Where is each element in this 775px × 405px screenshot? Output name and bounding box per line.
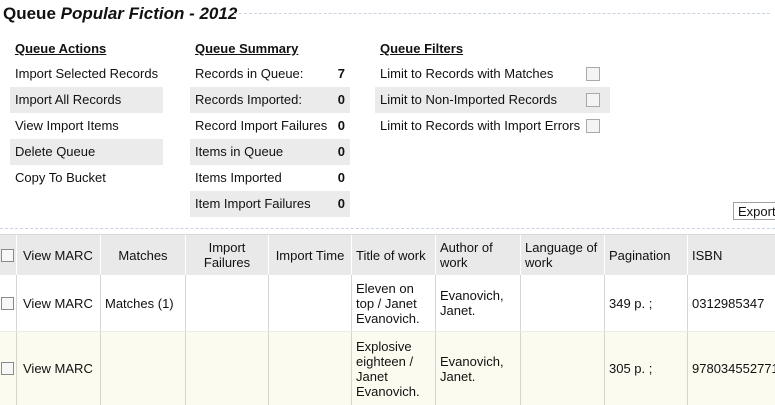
import-all-records-action[interactable]: Import All Records — [10, 87, 163, 113]
import-time-cell — [269, 275, 352, 331]
column-header-import-time[interactable]: Import Time — [269, 235, 352, 275]
summary-items-imported: Items Imported 0 — [190, 165, 350, 191]
import-time-cell — [269, 332, 352, 405]
matches-link[interactable]: Matches (1) — [101, 275, 186, 331]
filter-records-with-matches-checkbox[interactable] — [586, 67, 600, 81]
row-select-cell — [0, 332, 17, 405]
summary-value: 0 — [337, 196, 345, 211]
summary-records-imported: Records Imported: 0 — [190, 87, 350, 113]
summary-value: 0 — [337, 118, 345, 133]
matches-cell — [101, 332, 186, 405]
row-select-checkbox[interactable] — [1, 296, 14, 310]
queue-title: Queue Popular Fiction - 2012 — [3, 4, 237, 24]
delete-queue-action[interactable]: Delete Queue — [10, 139, 163, 165]
queue-actions-panel: Import Selected Records Import All Recor… — [10, 61, 163, 191]
filter-label: Limit to Records with Import Errors — [380, 118, 581, 133]
view-import-items-action[interactable]: View Import Items — [10, 113, 163, 139]
language-cell — [521, 332, 605, 405]
pagination-cell: 349 p. ; — [605, 275, 688, 331]
table-row: View MARC Explosive eighteen / Janet Eva… — [0, 332, 775, 405]
copy-to-bucket-action[interactable]: Copy To Bucket — [10, 165, 163, 191]
author-cell: Evanovich, Janet. — [436, 332, 521, 405]
queue-title-prefix: Queue — [3, 4, 56, 23]
filter-records-with-import-errors-checkbox[interactable] — [586, 119, 600, 133]
section-divider — [0, 228, 775, 229]
column-header-pagination[interactable]: Pagination — [605, 235, 688, 275]
summary-label: Item Import Failures — [195, 196, 311, 211]
queue-actions-heading: Queue Actions — [15, 41, 107, 56]
isbn-cell: 978034552771 — [692, 361, 775, 376]
column-header-author-of-work[interactable]: Author of work — [436, 235, 521, 275]
summary-label: Records in Queue: — [195, 66, 304, 81]
queue-summary-panel: Records in Queue: 7 Records Imported: 0 … — [190, 61, 350, 217]
summary-label: Record Import Failures — [195, 118, 328, 133]
import-failures-cell — [186, 275, 269, 331]
queue-filters-heading: Queue Filters — [380, 41, 464, 56]
import-selected-records-action[interactable]: Import Selected Records — [10, 61, 163, 87]
column-header-view-marc[interactable]: View MARC — [17, 235, 101, 275]
table-header-row: View MARC Matches Import Failures Import… — [0, 234, 775, 276]
filter-records-with-import-errors: Limit to Records with Import Errors — [375, 113, 610, 139]
summary-value: 0 — [337, 170, 345, 185]
pagination-cell: 305 p. ; — [605, 332, 688, 405]
queued-records-table: View MARC Matches Import Failures Import… — [0, 234, 775, 405]
author-cell: Evanovich, Janet. — [436, 275, 521, 331]
column-header-matches[interactable]: Matches — [101, 235, 186, 275]
summary-record-import-failures: Record Import Failures 0 — [190, 113, 350, 139]
view-marc-link[interactable]: View MARC — [17, 275, 101, 331]
summary-items-in-queue: Items in Queue 0 — [190, 139, 350, 165]
select-all-cell — [0, 235, 17, 275]
filter-records-with-matches: Limit to Records with Matches — [375, 61, 610, 87]
filter-non-imported-records: Limit to Non-Imported Records — [375, 87, 610, 113]
language-cell — [521, 275, 605, 331]
isbn-cell: 0312985347 — [692, 295, 765, 311]
column-header-isbn[interactable]: ISBN — [688, 235, 775, 275]
summary-value: 0 — [337, 92, 345, 107]
title-cell: Eleven on top / Janet Evanovich. — [352, 275, 436, 331]
summary-records-in-queue: Records in Queue: 7 — [190, 61, 350, 87]
summary-label: Records Imported: — [195, 92, 302, 107]
title-cell: Explosive eighteen / Janet Evanovich. — [352, 332, 436, 405]
queue-name: Popular Fiction - 2012 — [60, 4, 238, 23]
summary-item-import-failures: Item Import Failures 0 — [190, 191, 350, 217]
column-header-import-failures[interactable]: Import Failures — [186, 235, 269, 275]
import-failures-cell — [186, 332, 269, 405]
title-divider — [234, 13, 770, 14]
summary-label: Items Imported — [195, 170, 282, 185]
row-select-checkbox[interactable] — [1, 362, 14, 375]
view-marc-link[interactable]: View MARC — [17, 332, 101, 405]
table-row: View MARC Matches (1) Eleven on top / Ja… — [0, 275, 775, 332]
select-all-checkbox[interactable] — [1, 248, 14, 262]
filter-label: Limit to Records with Matches — [380, 66, 554, 81]
queue-filters-panel: Limit to Records with Matches Limit to N… — [375, 61, 610, 139]
summary-value: 7 — [337, 66, 345, 81]
filter-non-imported-records-checkbox[interactable] — [586, 93, 600, 107]
column-header-title-of-work[interactable]: Title of work — [352, 235, 436, 275]
summary-label: Items in Queue — [195, 144, 284, 159]
export-button[interactable]: Export — [733, 202, 775, 220]
filter-label: Limit to Non-Imported Records — [380, 92, 558, 107]
queue-summary-heading: Queue Summary — [195, 41, 299, 56]
summary-value: 0 — [337, 144, 345, 159]
row-select-cell — [0, 275, 17, 331]
column-header-language-of-work[interactable]: Language of work — [521, 235, 605, 275]
